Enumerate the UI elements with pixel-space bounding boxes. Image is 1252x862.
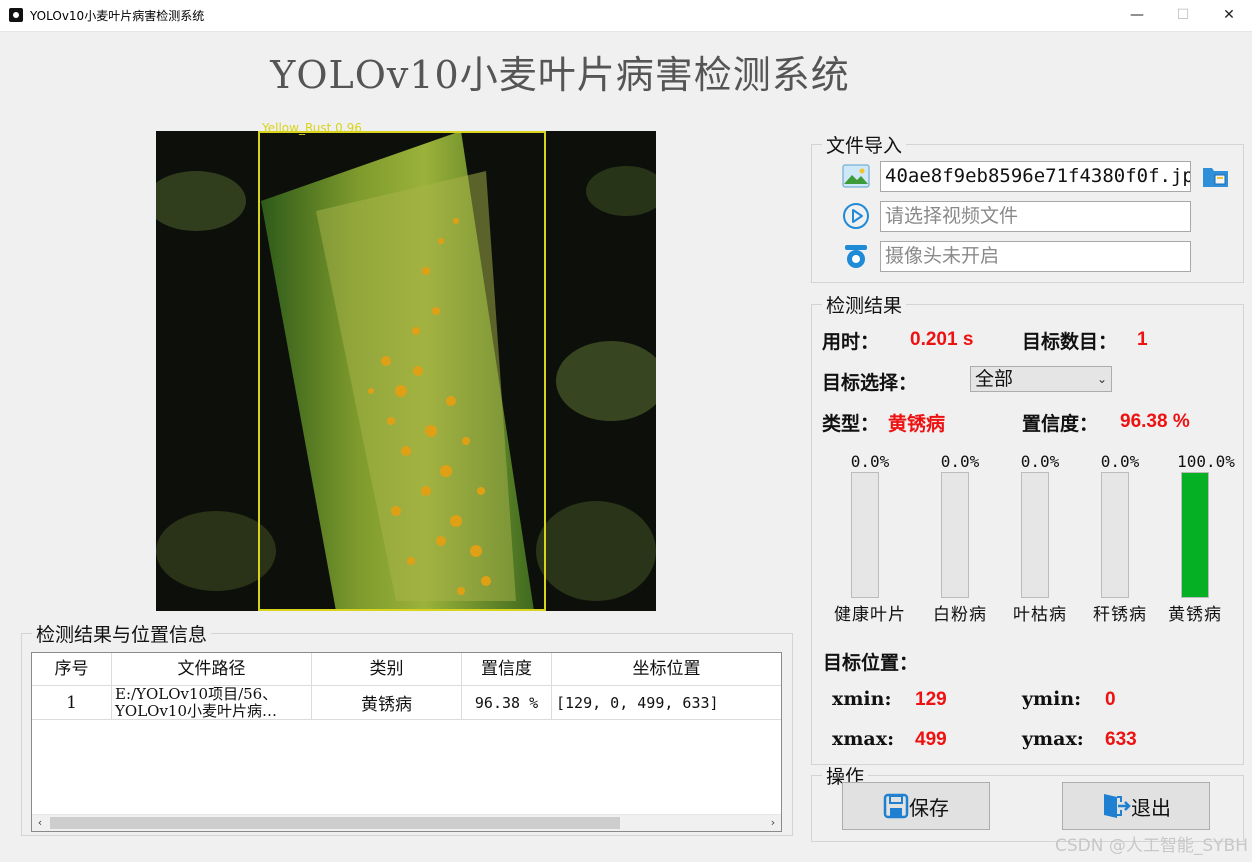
exit-icon <box>1104 794 1131 818</box>
xmax-value: 499 <box>915 729 947 750</box>
save-button[interactable]: 保存 <box>842 782 990 830</box>
class-pct-powdery: 0.0% <box>940 452 980 471</box>
xmin-value: 129 <box>915 689 947 710</box>
minimize-button[interactable]: — <box>1114 0 1160 31</box>
file-import-legend: 文件导入 <box>826 135 903 157</box>
exit-button-label: 退出 <box>1131 795 1171 820</box>
scrollbar-thumb[interactable] <box>50 817 620 829</box>
table-header-coords[interactable]: 坐标位置 <box>552 653 781 686</box>
table-horizontal-scrollbar[interactable]: ‹ › <box>32 814 781 831</box>
class-pct-stem-rust: 0.0% <box>1100 452 1140 471</box>
table-header-category[interactable]: 类别 <box>312 653 462 686</box>
ymax-value: 633 <box>1105 729 1137 750</box>
save-icon <box>883 793 909 819</box>
time-label: 用时： <box>822 331 880 353</box>
ymin-label: ymin: <box>1022 688 1082 710</box>
class-bar-yellow-rust <box>1181 472 1209 598</box>
image-file-input[interactable]: 40ae8f9eb8596e71f4380f0f.jpg <box>880 161 1191 192</box>
ymin-value: 0 <box>1105 689 1116 710</box>
video-play-icon[interactable] <box>842 202 870 230</box>
watermark: CSDN @人工智能_SYBH <box>1055 836 1248 856</box>
chevron-down-icon[interactable]: ⌄ <box>1097 367 1107 391</box>
type-value: 黄锈病 <box>888 413 946 435</box>
type-label: 类型： <box>822 413 880 435</box>
detection-result-legend: 检测结果 <box>826 295 903 317</box>
class-bar-healthy <box>851 472 879 598</box>
time-value: 0.201 s <box>910 329 974 350</box>
class-pct-healthy: 0.0% <box>850 452 890 471</box>
camera-icon[interactable] <box>842 242 870 270</box>
window-title: YOLOv10小麦叶片病害检测系统 <box>30 9 205 23</box>
save-button-label: 保存 <box>909 795 949 820</box>
image-file-icon[interactable] <box>842 162 870 190</box>
window-titlebar: YOLOv10小麦叶片病害检测系统 — ☐ ✕ <box>0 0 1252 32</box>
xmax-label: xmax: <box>832 728 895 750</box>
table-header-confidence[interactable]: 置信度 <box>462 653 552 686</box>
cell-path: E:/YOLOv10项目/56、YOLOv10小麦叶片病… <box>112 686 312 720</box>
scroll-left-icon[interactable]: ‹ <box>32 815 48 831</box>
cell-index: 1 <box>32 686 112 720</box>
confidence-value: 96.38 % <box>1120 411 1190 432</box>
ymax-label: ymax: <box>1022 728 1084 750</box>
cell-confidence: 96.38 % <box>462 686 552 720</box>
results-table-legend: 检测结果与位置信息 <box>36 624 208 646</box>
xmin-label: xmin: <box>832 688 892 710</box>
exit-button[interactable]: 退出 <box>1062 782 1210 830</box>
bar-fill <box>1182 473 1208 597</box>
class-name-yellow-rust: 黄锈病 <box>1168 605 1222 625</box>
confidence-label: 置信度： <box>1022 413 1099 435</box>
target-count-value: 1 <box>1137 329 1148 350</box>
target-select-dropdown[interactable]: 全部 ⌄ <box>970 366 1112 392</box>
video-file-input[interactable]: 请选择视频文件 <box>880 201 1191 232</box>
target-count-label: 目标数目： <box>1022 331 1118 353</box>
camera-status-field[interactable]: 摄像头未开启 <box>880 241 1191 272</box>
scroll-right-icon[interactable]: › <box>765 815 781 831</box>
app-icon <box>9 8 23 22</box>
class-bar-leaf-blight <box>1021 472 1049 598</box>
target-select-value: 全部 <box>975 368 1014 390</box>
class-pct-leaf-blight: 0.0% <box>1020 452 1060 471</box>
class-name-powdery: 白粉病 <box>933 605 987 625</box>
class-name-leaf-blight: 叶枯病 <box>1013 605 1067 625</box>
detection-bounding-box <box>258 131 546 611</box>
folder-open-icon[interactable] <box>1201 162 1231 190</box>
table-header-path[interactable]: 文件路径 <box>112 653 312 686</box>
class-bar-stem-rust <box>1101 472 1129 598</box>
target-position-title: 目标位置： <box>823 652 919 674</box>
close-button[interactable]: ✕ <box>1206 0 1252 31</box>
table-header-index[interactable]: 序号 <box>32 653 112 686</box>
page-title: YOLOv10小麦叶片病害检测系统 <box>270 53 850 97</box>
class-bar-powdery <box>941 472 969 598</box>
class-name-healthy: 健康叶片 <box>834 605 906 625</box>
class-pct-yellow-rust: 100.0% <box>1177 452 1235 471</box>
maximize-button[interactable]: ☐ <box>1160 0 1206 31</box>
detection-box-label: Yellow_Rust 0.96 <box>262 121 362 135</box>
results-table[interactable]: 序号 文件路径 类别 置信度 坐标位置 1 E:/YOLOv10项目/56、YO… <box>31 652 782 832</box>
cell-category: 黄锈病 <box>312 686 462 720</box>
target-select-label: 目标选择： <box>822 372 918 394</box>
cell-coords: [129, 0, 499, 633] <box>552 686 781 720</box>
